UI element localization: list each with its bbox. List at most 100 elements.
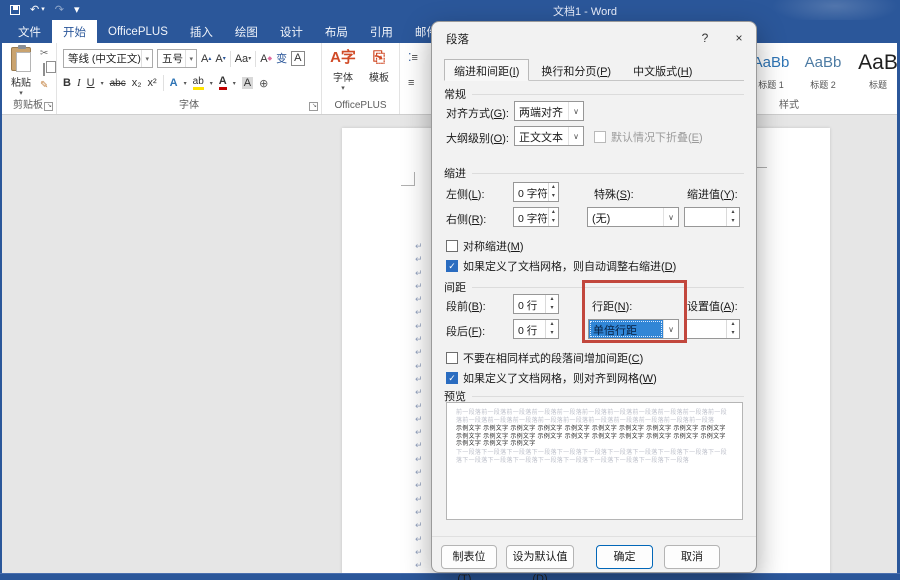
paragraph-mark-icon: ↵ bbox=[415, 267, 423, 280]
style-heading2[interactable]: AaBb 标题 2 bbox=[801, 48, 845, 91]
set-as-default-button[interactable]: 设为默认值(D) bbox=[506, 545, 574, 569]
space-before-spinner[interactable]: 0 行 ▴▾ bbox=[513, 294, 559, 314]
undo-icon[interactable]: ↶▾ bbox=[30, 2, 45, 18]
dialog-tabs: 缩进和间距(I) 换行和分页(P) 中文版式(H) bbox=[444, 59, 744, 81]
snap-to-grid-checkbox[interactable]: ✓ 如果定义了文档网格，则对齐到网格(W) bbox=[446, 370, 657, 386]
indent-right-spinner[interactable]: 0 字符 ▴▾ bbox=[513, 207, 559, 227]
auto-adjust-right-indent-checkbox[interactable]: ✓ 如果定义了文档网格，则自动调整右缩进(D) bbox=[446, 258, 676, 274]
font-name-select[interactable]: 等线 (中文正文) ▾ bbox=[63, 49, 153, 68]
cut-icon[interactable]: ✂ bbox=[40, 48, 48, 60]
checkbox-checked-icon: ✓ bbox=[446, 372, 458, 384]
clipboard-dialog-launcher-icon[interactable]: ↘ bbox=[44, 102, 53, 111]
spacing-at-spinner[interactable]: ▴▾ bbox=[684, 319, 740, 339]
tab-layout[interactable]: 布局 bbox=[314, 20, 359, 43]
style-title[interactable]: AaB 标题 bbox=[853, 48, 900, 91]
dialog-close-icon[interactable]: × bbox=[728, 28, 750, 48]
space-after-spinner[interactable]: 0 行 ▴▾ bbox=[513, 319, 559, 339]
collapsed-by-default-checkbox[interactable]: 默认情况下折叠(E) bbox=[594, 129, 703, 145]
redo-icon[interactable]: ↷ bbox=[55, 2, 64, 18]
line-spacing-dropdown[interactable]: 单倍行距 ∨ bbox=[588, 319, 679, 339]
style-preview: AaBb bbox=[801, 48, 845, 78]
line-spacing-label: 行距(N): bbox=[592, 298, 632, 314]
spinner-arrows-icon[interactable]: ▴▾ bbox=[548, 208, 558, 226]
clear-formatting-icon[interactable]: A◆ bbox=[260, 50, 272, 68]
mirror-indents-checkbox[interactable]: 对称缩进(M) bbox=[446, 238, 524, 254]
tab-design[interactable]: 设计 bbox=[269, 20, 314, 43]
highlight-color-icon[interactable]: ab bbox=[193, 76, 204, 90]
indent-by-spinner[interactable]: ▴▾ bbox=[684, 207, 740, 227]
no-space-same-style-checkbox[interactable]: 不要在相同样式的段落间增加间距(C) bbox=[446, 350, 643, 366]
spinner-arrows-icon[interactable]: ▴▾ bbox=[545, 295, 558, 313]
customize-qat-icon[interactable]: ▾ bbox=[74, 2, 80, 18]
change-case-icon[interactable]: Aa▾ bbox=[235, 50, 251, 68]
tabs-button[interactable]: 制表位(T)... bbox=[441, 545, 497, 569]
superscript-icon[interactable]: x² bbox=[148, 77, 157, 89]
indent-right-value: 0 字符 bbox=[514, 208, 548, 226]
officeplus-font-button[interactable]: A字 字体 ▾ bbox=[326, 47, 360, 92]
grow-font-icon[interactable]: A▴ bbox=[201, 50, 211, 68]
underline-icon[interactable]: U bbox=[87, 77, 95, 89]
spinner-arrows-icon[interactable]: ▴▾ bbox=[726, 208, 739, 226]
copy-icon[interactable] bbox=[43, 64, 45, 76]
indent-left-spinner[interactable]: 0 字符 ▴▾ bbox=[513, 182, 559, 202]
spinner-arrows-icon[interactable]: ▴▾ bbox=[545, 320, 558, 338]
checkbox-icon bbox=[446, 240, 458, 252]
indent-by-value bbox=[685, 208, 726, 226]
italic-icon[interactable]: I bbox=[77, 77, 81, 89]
shrink-font-icon[interactable]: A▾ bbox=[215, 50, 225, 68]
format-painter-icon[interactable]: ✎ bbox=[40, 80, 48, 92]
tab-file[interactable]: 文件 bbox=[7, 20, 52, 43]
bullet-list-icon[interactable]: ⁚≡ bbox=[408, 51, 418, 64]
outline-level-dropdown[interactable]: 正文文本 ∨ bbox=[514, 126, 584, 146]
subscript-icon[interactable]: x₂ bbox=[132, 77, 142, 89]
underline-caret-icon[interactable]: ▾ bbox=[101, 80, 104, 87]
tab-asian-typography[interactable]: 中文版式(H) bbox=[623, 59, 702, 80]
title-bar: ↶▾ ↷ ▾ 文档1 - Word bbox=[0, 0, 900, 20]
font-name-caret-icon: ▾ bbox=[141, 50, 152, 67]
spinner-arrows-icon[interactable]: ▴▾ bbox=[548, 183, 558, 201]
paragraph-mark-icon: ↵ bbox=[415, 479, 423, 492]
indent-special-dropdown[interactable]: (无) ∨ bbox=[587, 207, 679, 227]
phonetic-guide-icon[interactable]: 变 bbox=[276, 50, 287, 68]
indent-special-value: (无) bbox=[588, 208, 663, 226]
quick-access-toolbar: ↶▾ ↷ ▾ bbox=[10, 2, 79, 18]
word-window: ↶▾ ↷ ▾ 文档1 - Word 文件 开始 OfficePLUS 插入 绘图… bbox=[0, 0, 900, 580]
spacing-at-label: 设置值(A): bbox=[687, 298, 738, 314]
style-name: 标题 2 bbox=[801, 78, 845, 91]
save-icon[interactable] bbox=[10, 5, 20, 15]
dialog-help-button[interactable]: ? bbox=[694, 28, 716, 48]
status-bar bbox=[0, 573, 900, 580]
bold-icon[interactable]: B bbox=[63, 77, 71, 89]
font-color-icon[interactable]: A bbox=[219, 76, 227, 90]
tab-indents-and-spacing[interactable]: 缩进和间距(I) bbox=[444, 59, 529, 81]
font-dialog-launcher-icon[interactable]: ↘ bbox=[309, 102, 318, 111]
ok-button[interactable]: 确定 bbox=[596, 545, 653, 569]
window-left-edge bbox=[0, 20, 2, 580]
style-preview: AaB bbox=[853, 48, 900, 78]
justify-icon[interactable]: ≡ bbox=[408, 77, 414, 89]
character-shading-icon[interactable]: A bbox=[242, 77, 253, 89]
strikethrough-icon[interactable]: abc bbox=[110, 78, 126, 89]
tab-insert[interactable]: 插入 bbox=[179, 20, 224, 43]
character-border-icon[interactable]: A bbox=[291, 51, 304, 66]
snap-to-grid-label: 如果定义了文档网格，则对齐到网格(W) bbox=[463, 370, 657, 386]
tab-references[interactable]: 引用 bbox=[359, 20, 404, 43]
enclose-characters-icon[interactable]: ⊕ bbox=[259, 77, 268, 90]
font-color-caret-icon[interactable]: ▾ bbox=[233, 80, 236, 87]
cancel-button[interactable]: 取消 bbox=[664, 545, 720, 569]
tab-draw[interactable]: 绘图 bbox=[224, 20, 269, 43]
text-effects-icon[interactable]: A bbox=[170, 77, 178, 89]
spinner-arrows-icon[interactable]: ▴▾ bbox=[726, 320, 739, 338]
highlight-caret-icon[interactable]: ▾ bbox=[210, 80, 213, 87]
window-title: 文档1 - Word bbox=[553, 3, 617, 19]
font-size-select[interactable]: 五号 ▾ bbox=[157, 49, 197, 68]
officeplus-template-button[interactable]: ⎘ 模板 bbox=[362, 47, 396, 84]
font-group-label: 字体 bbox=[57, 96, 321, 111]
tab-line-and-page-breaks[interactable]: 换行和分页(P) bbox=[531, 59, 621, 80]
alignment-dropdown[interactable]: 两端对齐 ∨ bbox=[514, 101, 584, 121]
mirror-indents-label: 对称缩进(M) bbox=[463, 238, 524, 254]
paragraph-group-partial: ⁚≡ ≡ bbox=[400, 43, 431, 114]
tab-home[interactable]: 开始 bbox=[52, 20, 97, 43]
text-effects-caret-icon[interactable]: ▾ bbox=[184, 80, 187, 87]
tab-officeplus[interactable]: OfficePLUS bbox=[97, 20, 179, 43]
